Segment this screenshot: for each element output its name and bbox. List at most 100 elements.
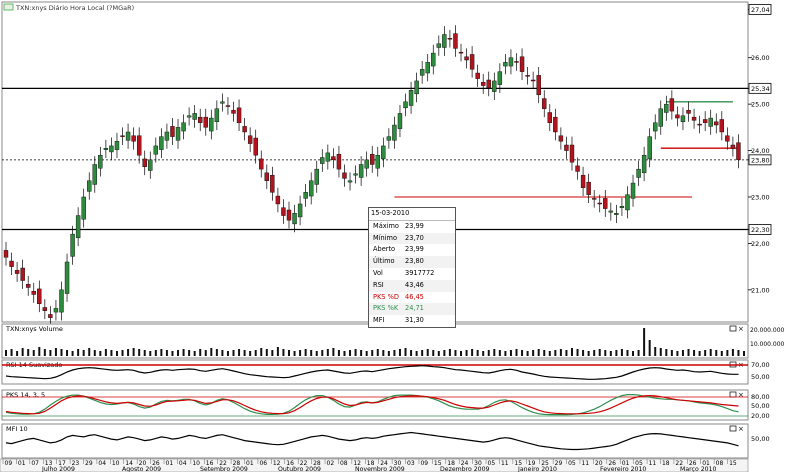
candle-body [308, 180, 314, 197]
candle-body [259, 158, 264, 170]
candle-body [503, 62, 508, 67]
close-panel-icon[interactable]: × [738, 391, 744, 399]
volume-panel [1, 323, 749, 359]
volume-bar [432, 350, 435, 356]
tooltip-label: Máximo [373, 221, 399, 230]
volume-bar [321, 350, 324, 356]
volume-bar [193, 351, 196, 356]
candle-body [519, 56, 525, 72]
candle-body [236, 107, 242, 123]
candle-body [475, 72, 480, 79]
candle-body [59, 289, 64, 313]
candle-body [408, 90, 414, 106]
candle-body [325, 152, 331, 162]
close-panel-icon[interactable]: × [738, 325, 744, 333]
volume-bar [576, 349, 579, 356]
candle-body [730, 144, 736, 149]
candle-body [264, 172, 269, 181]
volume-bar [726, 350, 729, 356]
volume-bar [77, 349, 80, 356]
day-label: 01 [166, 460, 174, 467]
candle-body [148, 159, 153, 171]
candle-body [331, 156, 336, 161]
volume-bar [310, 350, 313, 356]
candle-body [153, 145, 159, 155]
volume-bar [587, 351, 590, 356]
volume-bar [165, 350, 168, 356]
candle-body [708, 117, 713, 127]
candle-body [336, 154, 342, 170]
tooltip-label: MFI [373, 316, 385, 325]
month-label: Agosto 2009 [122, 466, 161, 472]
candle-body [131, 135, 136, 142]
candle-body [159, 136, 164, 150]
candle-body [542, 98, 547, 109]
panel-title: PKS 14, 3, 5 [6, 391, 45, 399]
candle-body [403, 101, 408, 109]
volume-bar [16, 351, 19, 356]
tooltip-row: Último 23,80 [369, 256, 455, 268]
volume-bar [154, 350, 157, 356]
candle-body [48, 314, 53, 318]
candle-body [525, 75, 530, 77]
tooltip-row: PKS %K 24,71 [369, 303, 455, 316]
price-label: 23,80 [751, 156, 770, 164]
month-label: Fevereiro 2010 [600, 466, 646, 472]
day-label: 04 [98, 460, 106, 467]
candle-body [14, 270, 20, 274]
tooltip-row: Aberto 23,99 [369, 244, 455, 256]
volume-bar [615, 350, 618, 356]
volume-bar [521, 350, 524, 356]
volume-bar [276, 347, 279, 356]
price-label: 25,00 [751, 101, 770, 109]
candle-body [87, 180, 92, 192]
candle-body [458, 51, 464, 54]
candle-body [320, 157, 325, 164]
candle-body [314, 168, 319, 185]
volume-bar [271, 350, 274, 356]
price-label: 24,00 [751, 147, 770, 155]
volume-bar [598, 349, 601, 356]
candle-body [558, 135, 564, 142]
day-label: 03 [407, 460, 415, 467]
volume-bar [582, 350, 585, 356]
candle-body [658, 108, 663, 127]
tooltip-row: MFI 31,30 [369, 315, 455, 327]
volume-bar [304, 349, 307, 356]
rsi-panel [1, 359, 749, 385]
tooltip-value: 3917772 [405, 268, 435, 277]
tooltip-value: 43,46 [405, 280, 424, 289]
volume-bar [260, 348, 263, 356]
candle-body [497, 71, 503, 85]
rsi-axis-label: 70,00 [751, 361, 770, 369]
candle-body [303, 192, 308, 199]
volume-bar [498, 350, 501, 356]
volume-bar [343, 351, 346, 356]
volume-bar [421, 350, 424, 356]
tooltip-value: 24,71 [405, 304, 424, 313]
day-label: 11 [649, 460, 657, 467]
candle-body [664, 103, 669, 113]
close-panel-icon[interactable]: × [738, 425, 744, 433]
day-label: 18 [662, 460, 670, 467]
candle-body [103, 148, 109, 150]
candle-body [647, 136, 652, 160]
candle-body [109, 145, 114, 153]
volume-bar [38, 347, 41, 356]
volume-bar [88, 348, 91, 356]
candle-body [669, 98, 675, 112]
day-label: 04 [179, 460, 187, 467]
tooltip-value: 23,99 [405, 245, 424, 254]
volume-bar [393, 350, 396, 356]
chart-window: TXN:xnys Diário Hora Local (?MGaR) 27,04 2… [0, 0, 800, 473]
volume-bar [287, 350, 290, 356]
volume-bar [620, 349, 623, 356]
pks-axis-label: 80,00 [751, 393, 770, 401]
panel-title: MFI 10 [6, 425, 28, 433]
volume-bar [387, 351, 390, 356]
day-label: 02 [327, 460, 335, 467]
tooltip-label: Último [373, 257, 395, 266]
volume-bar [93, 350, 96, 356]
volume-bar [54, 348, 57, 356]
candle-body [675, 114, 680, 119]
